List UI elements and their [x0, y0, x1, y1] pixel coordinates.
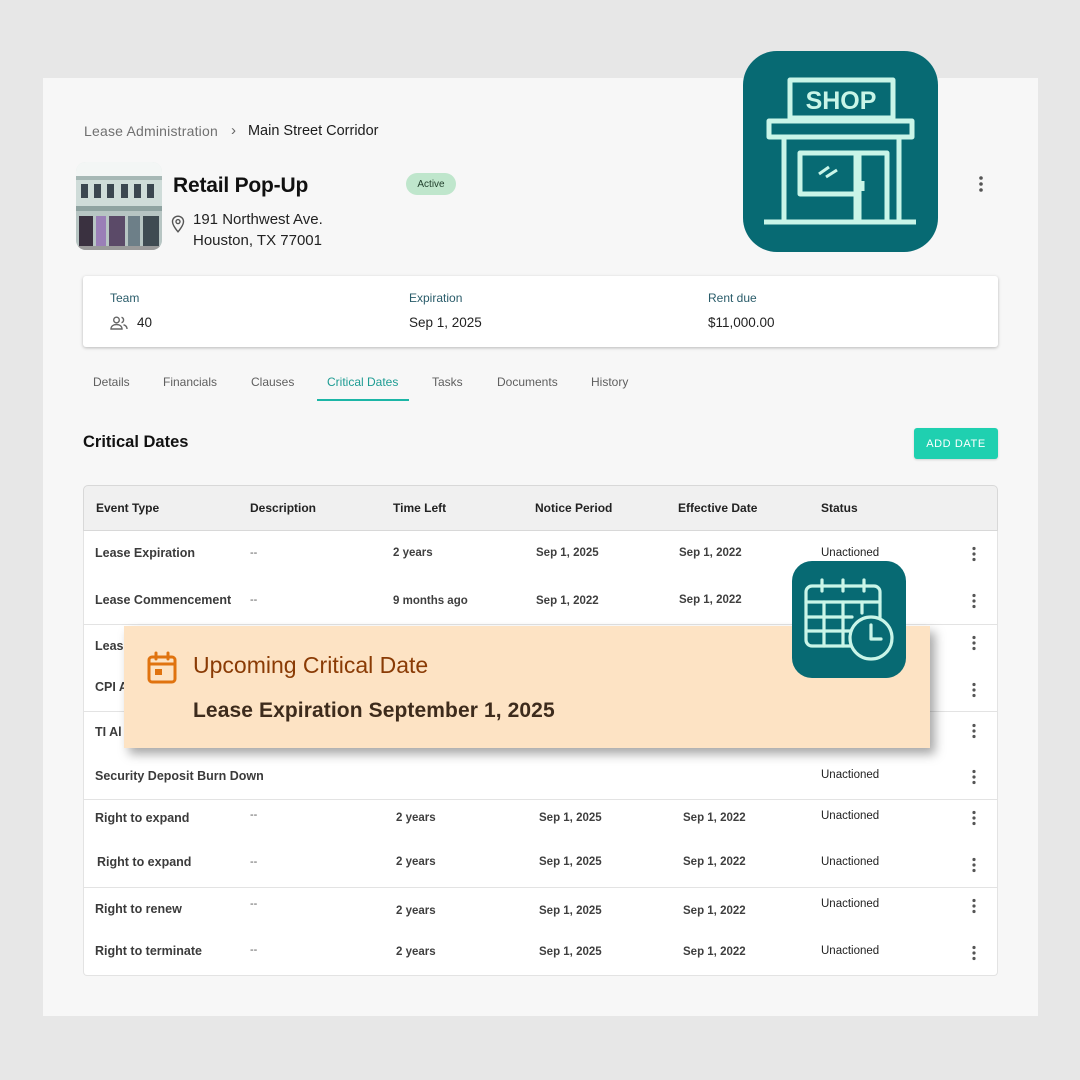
- property-photo: [76, 162, 162, 250]
- calendar-clock-icon-tile: [792, 561, 906, 678]
- row-notice-period: Sep 1, 2022: [536, 595, 599, 607]
- row-event-type: Security Deposit Burn Down: [95, 769, 264, 783]
- address-line-1: 191 Northwest Ave.: [193, 211, 323, 228]
- active-tab-indicator: [317, 399, 409, 401]
- storefront-icon: SHOP: [764, 77, 916, 225]
- status-badge: Active: [406, 173, 456, 195]
- row-description: --: [250, 944, 258, 956]
- shop-sign-text: SHOP: [806, 87, 877, 115]
- breadcrumb-parent-link[interactable]: Lease Administration: [84, 123, 218, 139]
- row-more-options-icon[interactable]: [969, 769, 979, 785]
- rent-label: Rent due: [708, 291, 757, 305]
- tab-tasks[interactable]: Tasks: [432, 375, 463, 389]
- row-event-type: TI Al: [95, 725, 122, 739]
- row-description: --: [250, 898, 258, 910]
- row-event-type: Right to terminate: [95, 944, 202, 958]
- address-line-2: Houston, TX 77001: [193, 232, 322, 249]
- people-icon: [110, 316, 128, 330]
- expiration-summary: Expiration Sep 1, 2025: [409, 291, 482, 330]
- property-title: Retail Pop-Up: [173, 174, 309, 197]
- tab-financials[interactable]: Financials: [163, 375, 217, 389]
- team-summary: Team 40: [110, 291, 152, 330]
- chevron-right-icon: ›: [230, 122, 236, 139]
- tab-documents[interactable]: Documents: [497, 375, 558, 389]
- row-effective-date: Sep 1, 2022: [683, 946, 746, 958]
- row-more-options-icon[interactable]: [969, 723, 979, 739]
- tab-clauses[interactable]: Clauses: [251, 375, 294, 389]
- row-status: Unactioned: [821, 810, 880, 822]
- row-more-options-icon[interactable]: [969, 857, 979, 873]
- column-header-event-type[interactable]: Event Type: [96, 501, 159, 515]
- row-notice-period: Sep 1, 2025: [539, 812, 602, 824]
- calendar-icon: [147, 651, 177, 684]
- row-event-type: CPI A: [95, 680, 128, 694]
- row-effective-date: Sep 1, 2022: [683, 856, 746, 868]
- row-event-type: Leas: [95, 639, 124, 653]
- row-time-left: 2 years: [393, 547, 433, 559]
- more-options-icon[interactable]: [972, 172, 990, 196]
- team-label: Team: [110, 291, 140, 305]
- expiration-label: Expiration: [409, 291, 463, 305]
- tab-details[interactable]: Details: [93, 375, 130, 389]
- breadcrumb-current: Main Street Corridor: [247, 122, 379, 139]
- row-time-left: 2 years: [396, 905, 436, 917]
- location-pin-icon: [171, 215, 185, 233]
- storefront-icon-tile: SHOP: [743, 51, 938, 252]
- row-notice-period: Sep 1, 2025: [539, 905, 602, 917]
- row-effective-date: Sep 1, 2022: [683, 812, 746, 824]
- row-effective-date: Sep 1, 2022: [679, 594, 742, 606]
- row-effective-date: Sep 1, 2022: [683, 905, 746, 917]
- lease-summary-card: Team 40 Expiration Sep 1, 2025 Rent due …: [83, 276, 998, 347]
- row-time-left: 2 years: [396, 856, 436, 868]
- row-effective-date: Sep 1, 2022: [679, 547, 742, 559]
- column-header-status[interactable]: Status: [821, 501, 858, 515]
- row-status: Unactioned: [821, 769, 880, 781]
- row-group: Right to renew -- 2 years Sep 1, 2025 Se…: [83, 888, 998, 976]
- row-event-type: Right to expand: [97, 855, 192, 869]
- row-more-options-icon[interactable]: [969, 810, 979, 826]
- breadcrumb: Lease Administration › Main Street Corri…: [84, 122, 379, 139]
- row-description: --: [250, 594, 258, 606]
- rent-summary: Rent due $11,000.00: [708, 291, 775, 330]
- table-header: Event Type Description Time Left Notice …: [83, 485, 998, 531]
- row-event-type: Right to renew: [95, 902, 182, 916]
- row-more-options-icon[interactable]: [969, 945, 979, 961]
- row-event-type: Lease Expiration: [95, 546, 196, 560]
- tab-critical-dates[interactable]: Critical Dates: [327, 375, 398, 389]
- column-header-description[interactable]: Description: [250, 501, 316, 515]
- rent-value: $11,000.00: [708, 315, 775, 330]
- team-value: 40: [137, 315, 153, 330]
- alert-title: Upcoming Critical Date: [193, 652, 429, 678]
- row-notice-period: Sep 1, 2025: [539, 946, 602, 958]
- row-status: Unactioned: [821, 856, 880, 868]
- column-header-time-left[interactable]: Time Left: [393, 501, 446, 515]
- calendar-clock-icon: [804, 578, 894, 661]
- column-header-notice-period[interactable]: Notice Period: [535, 501, 612, 515]
- row-more-options-icon[interactable]: [969, 898, 979, 914]
- row-description: --: [250, 856, 258, 868]
- row-description: --: [250, 547, 258, 559]
- row-time-left: 2 years: [396, 812, 436, 824]
- row-event-type: Lease Commencement: [95, 593, 232, 607]
- row-group: Right to expand -- 2 years Sep 1, 2025 S…: [83, 800, 998, 888]
- section-title: Critical Dates: [83, 433, 189, 451]
- row-event-type: Right to expand: [95, 811, 190, 825]
- add-date-button[interactable]: ADD DATE: [914, 428, 998, 459]
- row-more-options-icon[interactable]: [969, 635, 979, 651]
- row-status: Unactioned: [821, 898, 880, 910]
- row-description: --: [250, 809, 258, 821]
- row-time-left: 2 years: [396, 946, 436, 958]
- expiration-value: Sep 1, 2025: [409, 315, 482, 330]
- row-status: Unactioned: [821, 547, 880, 559]
- row-more-options-icon[interactable]: [969, 682, 979, 698]
- row-notice-period: Sep 1, 2025: [539, 856, 602, 868]
- row-notice-period: Sep 1, 2025: [536, 547, 599, 559]
- row-status: Unactioned: [821, 945, 880, 957]
- row-time-left: 9 months ago: [393, 595, 468, 607]
- column-header-effective-date[interactable]: Effective Date: [678, 501, 757, 515]
- row-more-options-icon[interactable]: [969, 593, 979, 609]
- tab-history[interactable]: History: [591, 375, 628, 389]
- row-more-options-icon[interactable]: [969, 546, 979, 562]
- alert-message: Lease Expiration September 1, 2025: [193, 699, 555, 722]
